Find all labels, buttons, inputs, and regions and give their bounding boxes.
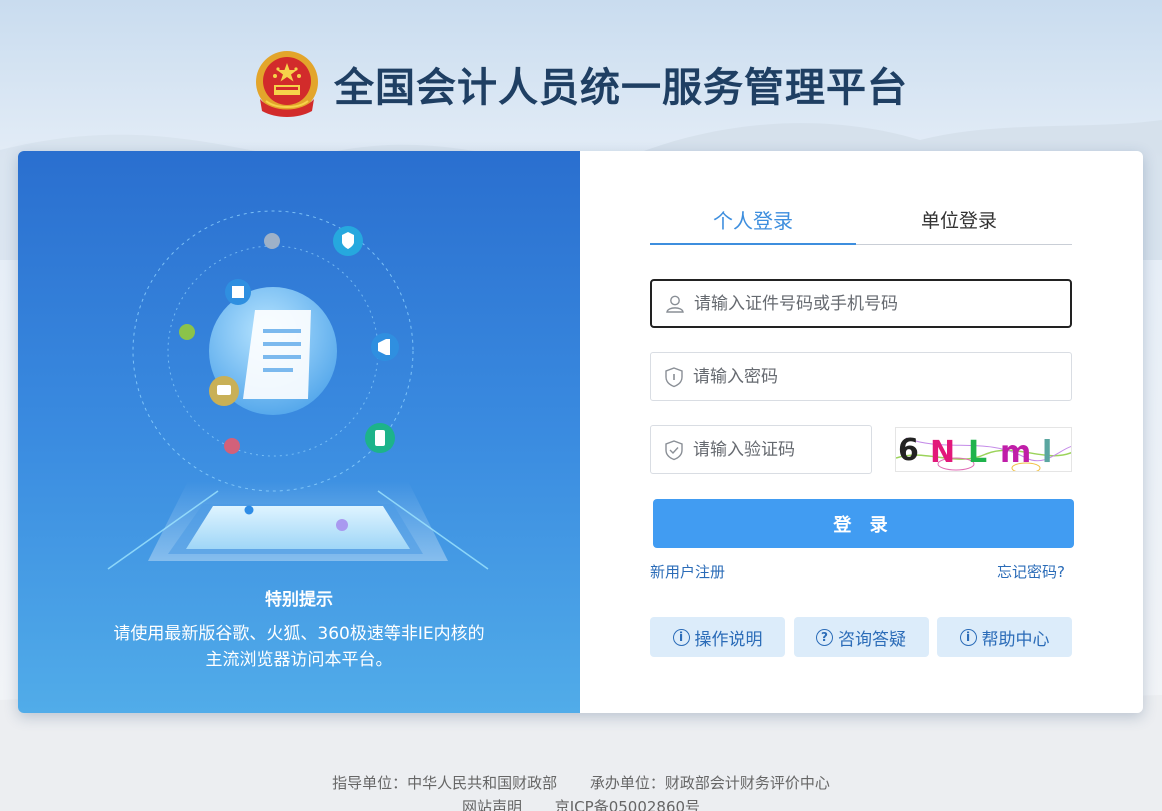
notice-text-line-1: 请使用最新版谷歌、火狐、360极速等非IE内核的 [113, 624, 485, 644]
faq-button[interactable]: ? 咨询答疑 [793, 617, 929, 657]
register-link[interactable]: 新用户注册 [650, 561, 725, 582]
notice-title: 特别提示 [265, 590, 333, 610]
username-input[interactable] [694, 293, 1034, 314]
faq-label: 咨询答疑 [838, 629, 906, 650]
password-field[interactable] [650, 352, 1072, 401]
help-buttons: i 操作说明 ? 咨询答疑 i 帮助中心 [650, 617, 1072, 657]
icp-link[interactable]: 京ICP备05002860号 [555, 798, 700, 811]
help-center-button[interactable]: i 帮助中心 [937, 617, 1072, 657]
user-icon [666, 295, 684, 313]
info-icon: i [672, 628, 690, 646]
login-button[interactable]: 登 录 [653, 499, 1074, 548]
forgot-password-link[interactable]: 忘记密码? [997, 561, 1065, 582]
site-title: 全国会计人员统一服务管理平台 [334, 65, 908, 111]
svg-text:l: l [1042, 435, 1052, 470]
national-emblem-icon [256, 51, 318, 117]
operation-guide-button[interactable]: i 操作说明 [650, 617, 785, 657]
site-header: 全国会计人员统一服务管理平台 [0, 44, 1162, 124]
help-center-label: 帮助中心 [981, 629, 1050, 650]
site-footer: 指导单位：中华人民共和国财政部 承办单位：财政部会计财务评价中心 网站声明 京I… [0, 771, 1162, 811]
site-statement-link[interactable]: 网站声明 [462, 798, 522, 811]
password-input[interactable] [693, 366, 1033, 387]
captcha-field[interactable] [650, 425, 872, 474]
svg-text:m: m [1000, 435, 1031, 470]
login-panel: 个人登录 单位登录 请输入证件号码或手机号码 请输入验证码 6 N L m l … [580, 151, 1143, 713]
tab-unit-login[interactable]: 单位登录 [856, 201, 1062, 245]
captcha-image[interactable]: 6 N L m l [895, 427, 1072, 472]
captcha-input[interactable] [693, 439, 853, 460]
username-field[interactable] [650, 279, 1072, 328]
info-icon: i [959, 628, 977, 646]
shield-check-icon [665, 439, 683, 460]
login-tabs: 个人登录 单位登录 [650, 201, 1072, 245]
host-unit: 承办单位：财政部会计财务评价中心 [589, 774, 830, 792]
operation-guide-label: 操作说明 [694, 629, 763, 650]
tab-personal-login[interactable]: 个人登录 [650, 201, 856, 245]
login-card: 特别提示 请使用最新版谷歌、火狐、360极速等非IE内核的 主流浏览器访问本平台… [18, 151, 1143, 713]
svg-text:6: 6 [898, 433, 919, 468]
svg-text:N: N [930, 435, 955, 470]
guide-unit: 指导单位：中华人民共和国财政部 [332, 774, 558, 792]
shield-lock-icon [665, 366, 683, 387]
notice-text-line-2: 主流浏览器访问本平台。 [205, 650, 393, 670]
platform-illustration [107, 210, 489, 570]
captcha-graphic: 6 N L m l [896, 433, 1071, 471]
notice-panel: 特别提示 请使用最新版谷歌、火狐、360极速等非IE内核的 主流浏览器访问本平台… [18, 151, 580, 713]
svg-text:L: L [968, 435, 987, 470]
question-icon: ? [816, 628, 833, 646]
